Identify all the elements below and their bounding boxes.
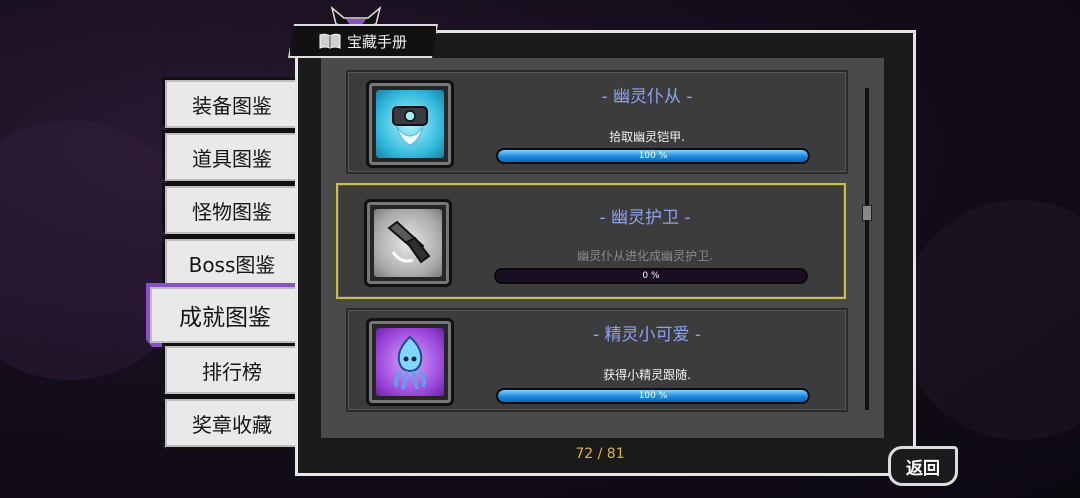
- progress-bar: 100 %: [496, 388, 810, 404]
- tab-label: 排行榜: [202, 359, 262, 384]
- progress-text: 0 %: [642, 271, 660, 281]
- tab-label: 怪物图鉴: [192, 199, 272, 224]
- progress-text: 100 %: [638, 151, 668, 161]
- achievement-count: 72 / 81: [575, 446, 625, 462]
- achievement-description: 拾取幽灵铠甲.: [609, 130, 685, 144]
- back-button-label: 返回: [906, 458, 940, 479]
- codex-header: 宝藏手册: [288, 24, 438, 58]
- achievement-icon-frame: [366, 80, 454, 168]
- book-icon: [319, 33, 341, 49]
- background-glow: [900, 200, 1080, 440]
- tab-label: 装备图鉴: [192, 93, 272, 118]
- achievement-title: - 精灵小可爱 -: [592, 325, 702, 345]
- tab-medal-collection[interactable]: 奖章收藏: [162, 396, 302, 450]
- ghost-guard-icon: [374, 209, 442, 277]
- tab-label: 奖章收藏: [192, 412, 272, 437]
- tab-boss-codex[interactable]: Boss图鉴: [162, 236, 302, 290]
- achievement-description: 获得小精灵跟随.: [603, 368, 691, 382]
- tab-item-codex[interactable]: 道具图鉴: [162, 130, 302, 184]
- tab-achievement-codex[interactable]: 成就图鉴: [146, 283, 304, 347]
- tab-leaderboard[interactable]: 排行榜: [162, 343, 302, 397]
- tab-label: 成就图鉴: [179, 305, 271, 331]
- tab-equipment-codex[interactable]: 装备图鉴: [162, 77, 302, 131]
- achievement-card-selected[interactable]: - 幽灵护卫 - 幽灵仆从进化成幽灵护卫. 0 %: [336, 183, 846, 299]
- progress-bar: 0 %: [494, 268, 808, 284]
- page-title: 宝藏手册: [346, 32, 407, 51]
- achievement-card[interactable]: - 幽灵仆从 - 拾取幽灵铠甲. 100 %: [346, 70, 848, 174]
- ghost-armor-icon: [376, 90, 444, 158]
- back-button[interactable]: 返回: [888, 446, 958, 486]
- tab-monster-codex[interactable]: 怪物图鉴: [162, 183, 302, 237]
- achievement-title: - 幽灵仆从 -: [601, 87, 693, 107]
- achievement-description: 幽灵仆从进化成幽灵护卫.: [577, 249, 713, 263]
- achievement-icon-frame: [366, 318, 454, 406]
- progress-text: 100 %: [638, 391, 668, 401]
- achievement-title: - 幽灵护卫 -: [599, 208, 691, 228]
- achievement-icon-frame: [364, 199, 452, 287]
- tab-label: Boss图鉴: [188, 252, 276, 277]
- tab-label: 道具图鉴: [192, 146, 272, 171]
- scrollbar-track[interactable]: [865, 88, 869, 410]
- achievement-card[interactable]: - 精灵小可爱 - 获得小精灵跟随. 100 %: [346, 308, 848, 412]
- progress-bar: 100 %: [496, 148, 810, 164]
- scrollbar-thumb[interactable]: [862, 205, 872, 221]
- sprite-icon: [376, 328, 444, 396]
